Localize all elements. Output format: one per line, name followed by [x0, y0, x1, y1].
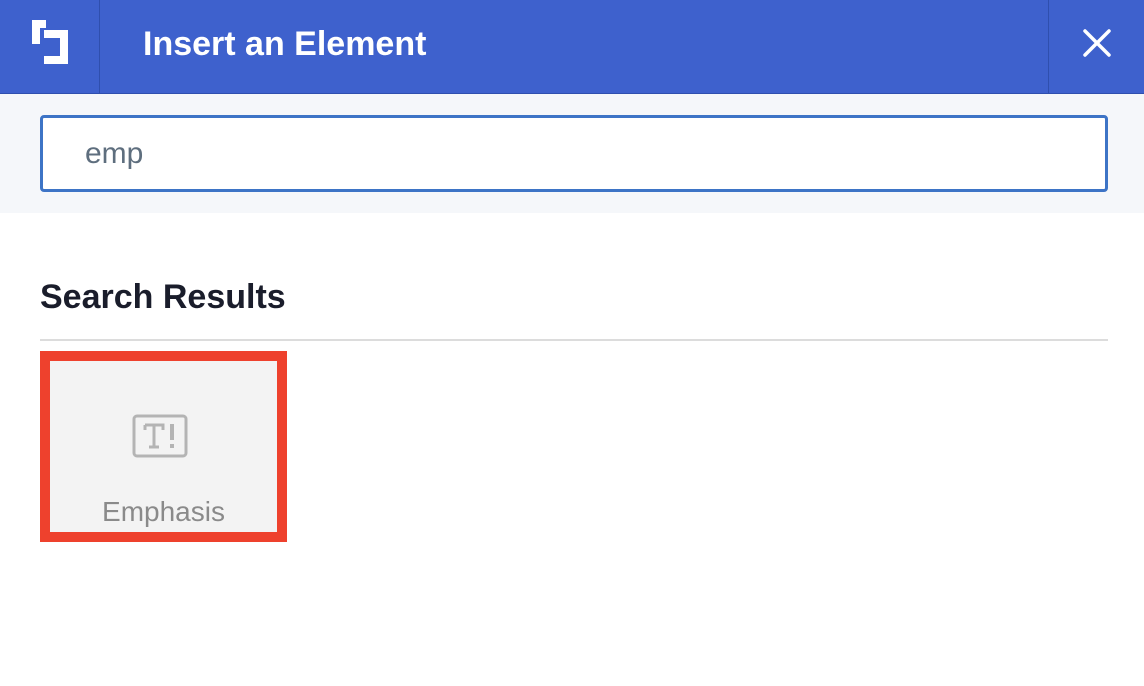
close-icon: [1083, 29, 1111, 57]
results-divider: [40, 339, 1108, 341]
search-area: [0, 94, 1144, 213]
dialog-header: Insert an Element: [0, 0, 1144, 94]
element-tile-label: Emphasis: [102, 496, 225, 527]
insert-element-dialog: Insert an Element Search Results Emphasi…: [0, 0, 1144, 686]
layout-brand-logo-icon: [32, 20, 68, 64]
dialog-title: Insert an Element: [143, 25, 427, 63]
text-emphasis-icon: [132, 414, 188, 458]
search-results-heading: Search Results: [40, 278, 286, 316]
element-tile-emphasis[interactable]: Emphasis: [40, 351, 287, 542]
logo: [0, 0, 100, 93]
element-search-input[interactable]: [40, 115, 1108, 192]
close-button[interactable]: [1048, 0, 1144, 93]
